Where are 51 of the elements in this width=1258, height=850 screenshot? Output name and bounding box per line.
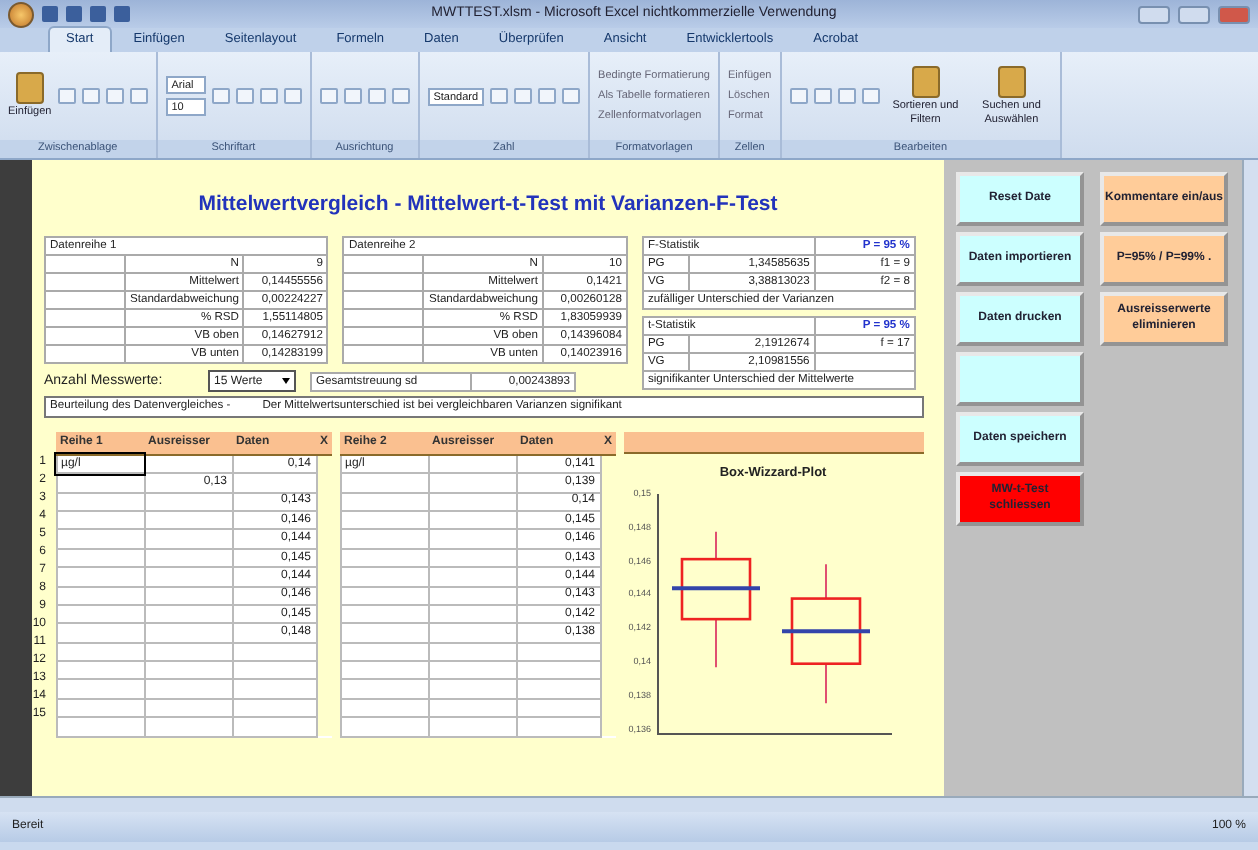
table-cell — [428, 511, 517, 530]
table-cell — [428, 473, 517, 493]
table-cell — [428, 623, 517, 643]
box-plot-drawing — [671, 530, 760, 668]
table-cell — [428, 548, 517, 568]
close-button[interactable] — [1218, 5, 1250, 23]
table-cell — [428, 454, 517, 474]
table-cell — [144, 586, 232, 605]
table-cell — [144, 661, 232, 680]
vertical-scrollbar[interactable] — [1242, 160, 1258, 796]
table-cell — [144, 567, 232, 587]
table-cell — [516, 698, 601, 718]
table-cell — [428, 642, 517, 662]
table-cell — [428, 679, 517, 699]
table-cell — [144, 492, 232, 512]
table-cell — [428, 698, 517, 718]
table-cell — [428, 604, 517, 624]
table-cell — [232, 642, 316, 662]
table-cell — [516, 679, 601, 699]
table-cell — [144, 454, 232, 474]
table-cell — [144, 511, 232, 530]
table-cell — [516, 642, 601, 662]
table-cell — [144, 679, 232, 699]
table-cell — [144, 642, 232, 662]
table-cell — [428, 492, 517, 512]
table-cell — [516, 717, 601, 737]
table-cell — [232, 698, 316, 718]
box-plot-drawing — [781, 562, 870, 704]
table-cell — [144, 698, 232, 718]
maximize-button[interactable] — [1178, 5, 1210, 23]
table-cell — [428, 567, 517, 587]
table-cell — [144, 529, 232, 549]
caret-icon — [282, 378, 290, 385]
minimize-button[interactable] — [1138, 5, 1170, 23]
sheet-title: Mittelwertvergleich - Mittelwert-t-Test mit Varianzen-F-Test — [196, 190, 780, 220]
table-cell — [232, 661, 316, 680]
horizontal-scrollbar[interactable] — [0, 796, 1258, 812]
table-cell — [428, 529, 517, 549]
table-cell — [232, 679, 316, 699]
table-cell — [232, 717, 316, 737]
table-cell — [516, 661, 601, 680]
table-cell — [428, 661, 517, 680]
table-cell — [232, 473, 316, 493]
office-button[interactable] — [8, 1, 34, 27]
table-cell — [144, 717, 232, 737]
table-cell — [144, 548, 232, 568]
table-cell — [144, 623, 232, 643]
table-cell — [144, 604, 232, 624]
macro-button[interactable] — [956, 352, 1084, 406]
table-cell — [428, 586, 517, 605]
table-cell — [428, 717, 517, 737]
